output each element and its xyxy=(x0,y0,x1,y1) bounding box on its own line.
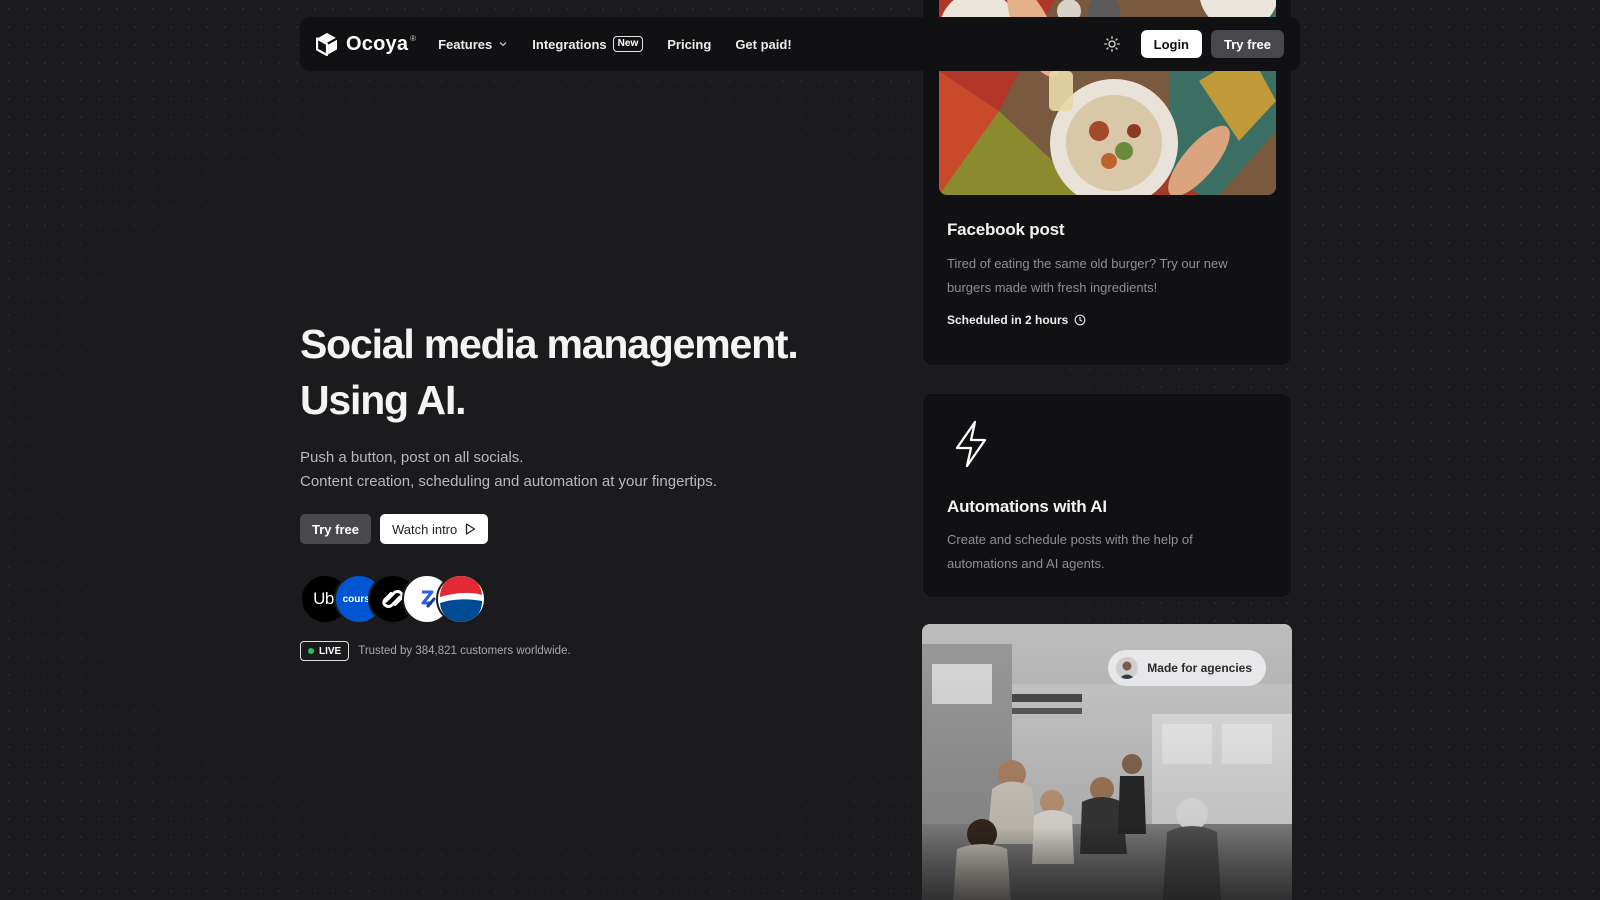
nav-integrations-label: Integrations xyxy=(532,36,607,52)
made-for-agencies-pill[interactable]: Made for agencies xyxy=(1108,650,1266,686)
automations-description: Create and schedule posts with the help … xyxy=(947,532,1193,571)
hero-title-line-1: Social media management. xyxy=(300,321,799,367)
nav-actions: Login Try free xyxy=(1100,30,1284,58)
live-label: LIVE xyxy=(319,645,342,657)
new-badge: New xyxy=(612,36,644,52)
pepsi-globe-icon xyxy=(439,576,483,622)
cube-logo-icon xyxy=(316,33,338,56)
automations-title: Automations with AI xyxy=(947,497,1107,516)
hero-title: Social media management. Using AI. xyxy=(300,316,860,428)
hero-try-free-button[interactable]: Try free xyxy=(300,514,371,544)
hero-title-line-2: Using AI. xyxy=(300,377,467,423)
customer-logos: Ube course xyxy=(300,574,860,624)
pepsi-logo xyxy=(436,574,486,624)
chevron-down-icon xyxy=(499,42,507,47)
nav-try-free-button[interactable]: Try free xyxy=(1211,30,1284,58)
made-for-agencies-label: Made for agencies xyxy=(1147,661,1252,675)
brand-name: Ocoya xyxy=(346,32,409,55)
facebook-post-title: Facebook post xyxy=(947,220,1065,239)
hero-subtitle-line-2: Content creation, scheduling and automat… xyxy=(300,473,717,490)
watch-intro-label: Watch intro xyxy=(391,521,458,537)
clock-icon xyxy=(1074,314,1086,326)
hero-section: Social media management. Using AI. Push … xyxy=(300,316,860,661)
nav-pricing[interactable]: Pricing xyxy=(667,37,711,52)
trust-text: Trusted by 384,821 customers worldwide. xyxy=(358,645,571,657)
brand-logo[interactable]: Ocoya ® xyxy=(316,32,416,56)
facebook-post-description: Tired of eating the same old burger? Try… xyxy=(947,256,1228,295)
nav-integrations[interactable]: Integrations New xyxy=(532,36,644,52)
hero-subtitle-line-1: Push a button, post on all socials. xyxy=(300,449,524,466)
play-icon xyxy=(466,523,476,535)
registered-mark: ® xyxy=(410,34,417,43)
hero-buttons: Try free Watch intro xyxy=(300,514,860,544)
lightning-bolt-icon xyxy=(955,420,987,468)
trust-row: LIVE Trusted by 384,821 customers worldw… xyxy=(300,641,860,661)
login-button[interactable]: Login xyxy=(1140,30,1203,58)
schedule-label: Scheduled in 2 hours xyxy=(947,313,1069,327)
agencies-card[interactable]: Made for agencies xyxy=(922,624,1292,900)
sun-icon xyxy=(1103,36,1120,52)
schedule-status: Scheduled in 2 hours xyxy=(947,313,1086,327)
nav-links: Features Integrations New Pricing Get pa… xyxy=(438,36,792,52)
hero-subtitle: Push a button, post on all socials. Cont… xyxy=(300,446,860,494)
top-navbar: Ocoya ® Features Integrations New Pricin… xyxy=(300,17,1300,71)
avatar xyxy=(1116,657,1139,679)
theme-toggle-button[interactable] xyxy=(1100,32,1124,56)
live-badge: LIVE xyxy=(300,641,350,661)
nav-features-label: Features xyxy=(438,36,493,52)
live-dot-icon xyxy=(308,648,314,654)
automations-card[interactable]: Automations with AI Create and schedule … xyxy=(922,393,1292,598)
nav-features[interactable]: Features xyxy=(438,37,508,52)
nav-get-paid[interactable]: Get paid! xyxy=(735,37,791,52)
watch-intro-button[interactable]: Watch intro xyxy=(379,514,489,544)
